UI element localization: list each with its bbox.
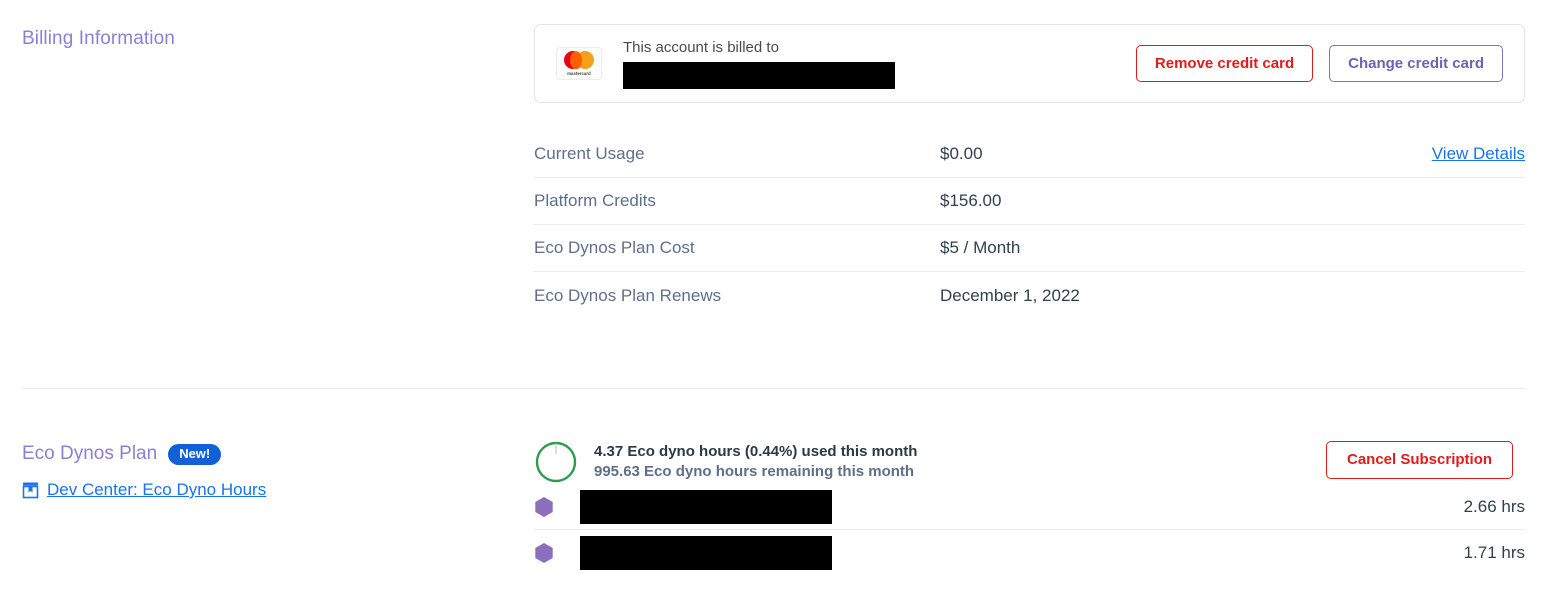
app-hours-value: 2.66 hrs (1463, 496, 1525, 516)
hexagon-app-icon (535, 496, 553, 517)
table-row: Eco Dynos Plan Cost $5 / Month (534, 225, 1525, 272)
billed-to-label: This account is billed to (623, 39, 779, 56)
mastercard-logo-icon: mastercard (556, 47, 602, 80)
credit-card-panel: mastercard This account is billed to Rem… (534, 24, 1525, 103)
eco-dynos-plan-header: Eco Dynos Plan New! (22, 443, 222, 465)
section-divider (22, 388, 1525, 389)
credit-card-actions: Remove credit card Change credit card (1135, 45, 1503, 82)
row-value: $156.00 (940, 191, 1002, 210)
view-details-link[interactable]: View Details (1432, 144, 1525, 164)
app-name-redacted (580, 489, 832, 524)
list-item[interactable]: 1.71 hrs (534, 530, 1525, 576)
row-value: $5 / Month (940, 238, 1021, 257)
eco-usage-remaining-text: 995.63 Eco dyno hours remaining this mon… (594, 463, 915, 480)
app-name-redacted (580, 536, 832, 570)
row-label: Eco Dynos Plan Cost (534, 238, 695, 257)
new-badge: New! (168, 443, 222, 465)
table-row: Current Usage $0.00 View Details (534, 131, 1525, 178)
list-item[interactable]: 2.66 hrs (534, 484, 1525, 530)
book-icon (22, 482, 39, 499)
progress-ring-icon (535, 441, 577, 483)
change-credit-card-button[interactable]: Change credit card (1329, 45, 1503, 82)
billed-to-value-redacted (623, 62, 895, 89)
row-value: December 1, 2022 (940, 285, 1080, 305)
dev-center-link-label[interactable]: Dev Center: Eco Dyno Hours (47, 480, 266, 500)
billed-to-block: This account is billed to (623, 38, 1136, 89)
billing-information-title: Billing Information (22, 28, 175, 49)
row-label: Platform Credits (534, 191, 656, 210)
row-label: Current Usage (534, 144, 645, 163)
billing-page: Billing Information mastercard This acco… (0, 0, 1550, 600)
table-row: Platform Credits $156.00 (534, 178, 1525, 225)
mastercard-wordmark: mastercard (567, 70, 591, 76)
remove-credit-card-button[interactable]: Remove credit card (1135, 45, 1314, 82)
cancel-subscription-button[interactable]: Cancel Subscription (1326, 441, 1514, 479)
cancel-subscription-wrap: Cancel Subscription (1326, 441, 1514, 479)
app-usage-list: 2.66 hrs 1.71 hrs (534, 484, 1525, 576)
eco-dynos-plan-title: Eco Dynos Plan (22, 443, 158, 464)
dev-center-link-row[interactable]: Dev Center: Eco Dyno Hours (22, 480, 266, 500)
app-hours-value: 1.71 hrs (1463, 543, 1525, 562)
mastercard-circles-icon (564, 51, 594, 70)
hexagon-app-icon (535, 543, 553, 563)
eco-usage-text: 4.37 Eco dyno hours (0.44%) used this mo… (594, 442, 917, 482)
eco-usage-summary: 4.37 Eco dyno hours (0.44%) used this mo… (534, 440, 917, 484)
row-value: $0.00 (940, 144, 983, 163)
billing-info-table: Current Usage $0.00 View Details Platfor… (534, 131, 1525, 319)
row-label: Eco Dynos Plan Renews (534, 285, 722, 305)
eco-usage-used-text: 4.37 Eco dyno hours (0.44%) used this mo… (594, 443, 918, 460)
table-row: Eco Dynos Plan Renews December 1, 2022 (534, 272, 1525, 319)
